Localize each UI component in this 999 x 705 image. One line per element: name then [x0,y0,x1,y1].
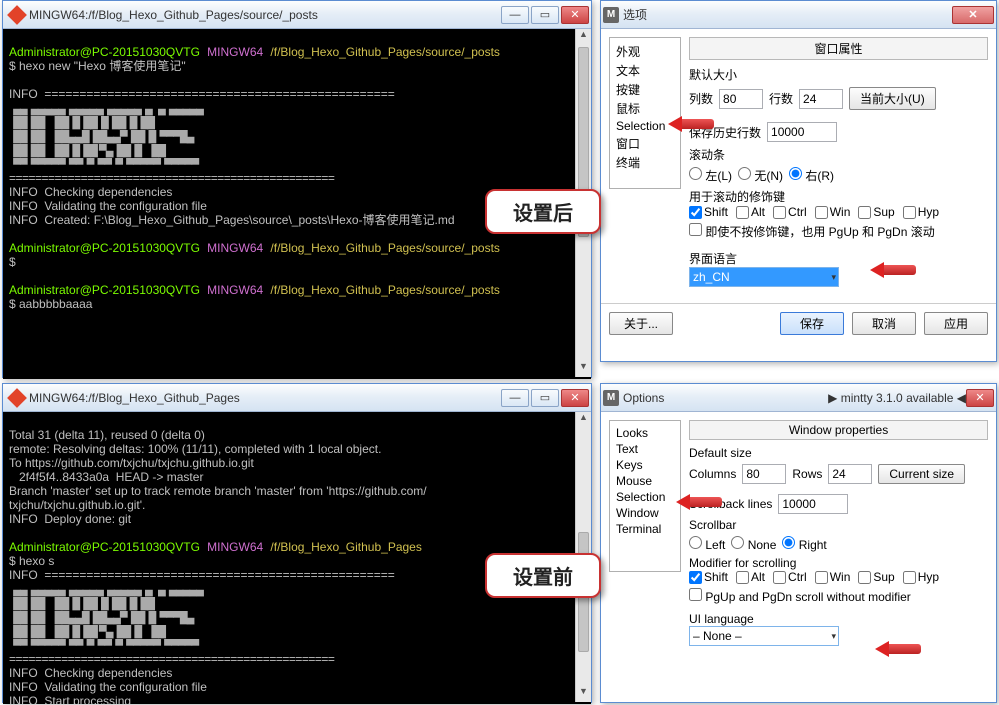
close-button[interactable]: ✕ [561,389,589,407]
arrow-icon [875,641,921,657]
arrow-icon [676,494,722,510]
dialog-title: Options [623,391,808,405]
arrow-icon [870,262,916,278]
chk-shift[interactable]: Shift [689,570,728,584]
chk-ctrl[interactable]: Ctrl [773,205,807,219]
ascii-logo: ▄▄ ▄▄▄▄▄ ▄▄▄▄▄ ▄▄▄▄▄ ▄ ▄ ▄▄▄▄▄ ██ ██ ██ … [9,584,203,652]
titlebar: MINGW64:/f/Blog_Hexo_Github_Pages/source… [3,1,591,29]
current-size-button[interactable]: 当前大小(U) [849,87,936,110]
ui-lang-label: UI language [689,612,988,626]
current-size-button[interactable]: Current size [878,464,965,484]
mintty-icon: M [603,7,619,23]
callout-after: 设置后 [485,189,601,234]
close-button[interactable]: ✕ [966,389,994,407]
radio-right[interactable]: 右(R) [789,167,834,184]
cols-input[interactable] [719,89,763,109]
cancel-button[interactable]: 取消 [852,312,916,335]
radio-left[interactable]: 左(L) [689,167,732,184]
default-size-label: 默认大小 [689,66,988,83]
scrollbar-label: Scrollbar [689,518,988,532]
chk-pgup[interactable]: 即使不按修饰键，也用 PgUp 和 PgDn 滚动 [689,223,935,240]
callout-before: 设置前 [485,553,601,598]
terminal-window-bottom: MINGW64:/f/Blog_Hexo_Github_Pages — ▭ ✕ … [2,383,592,703]
chk-hyp[interactable]: Hyp [903,570,939,584]
titlebar: MINGW64:/f/Blog_Hexo_Github_Pages — ▭ ✕ [3,384,591,412]
sidebar-item-terminal[interactable]: Terminal [612,521,678,537]
chk-shift[interactable]: Shift [689,205,728,219]
window-title: MINGW64:/f/Blog_Hexo_Github_Pages/source… [29,8,501,22]
chk-win[interactable]: Win [815,205,851,219]
rows-input[interactable] [799,89,843,109]
titlebar: M Options ▶ mintty 3.1.0 available ◀ ✕ [601,384,996,412]
ui-lang-label: 界面语言 [689,250,988,267]
cols-label: Columns [689,467,736,481]
sidebar-item-window[interactable]: Window [612,505,678,521]
ui-lang-select[interactable]: zh_CN▾ [689,267,839,287]
modifier-label: 用于滚动的修饰键 [689,188,988,205]
chk-hyp[interactable]: Hyp [903,205,939,219]
close-button[interactable]: ✕ [952,6,994,24]
chk-sup[interactable]: Sup [858,570,894,584]
rows-input[interactable] [828,464,872,484]
chk-ctrl[interactable]: Ctrl [773,570,807,584]
radio-right[interactable]: Right [782,536,826,552]
minimize-button[interactable]: — [501,6,529,24]
sidebar-item-selection[interactable]: Selection [612,489,678,505]
chevron-down-icon: ▾ [831,272,836,283]
options-dialog-cn: M 选项 ✕ 外观 文本 按键 鼠标 Selection 窗口 终端 窗口属性 … [600,0,997,362]
minimize-button[interactable]: — [501,389,529,407]
radio-none[interactable]: None [731,536,776,552]
titlebar: M 选项 ✕ [601,1,996,29]
git-icon [9,390,25,406]
chk-alt[interactable]: Alt [736,205,765,219]
group-window-props: 窗口属性 [689,37,988,60]
close-button[interactable]: ✕ [561,6,589,24]
save-button[interactable]: 保存 [780,312,844,335]
chk-alt[interactable]: Alt [736,570,765,584]
radio-left[interactable]: Left [689,536,725,552]
window-title: MINGW64:/f/Blog_Hexo_Github_Pages [29,391,501,405]
cols-label: 列数 [689,90,713,107]
sidebar-item-mouse[interactable]: Mouse [612,473,678,489]
modifier-label: Modifier for scrolling [689,556,988,570]
chk-win[interactable]: Win [815,570,851,584]
scrollbar-label: 滚动条 [689,146,988,163]
sidebar-item-keys[interactable]: 按键 [612,80,678,99]
cols-input[interactable] [742,464,786,484]
chevron-down-icon: ▾ [831,631,836,642]
chk-sup[interactable]: Sup [858,205,894,219]
rows-label: Rows [792,467,822,481]
ui-lang-select[interactable]: – None –▾ [689,626,839,646]
sidebar-item-text[interactable]: 文本 [612,61,678,80]
sidebar-item-looks[interactable]: Looks [612,425,678,441]
arrow-icon [668,116,714,132]
maximize-button[interactable]: ▭ [531,6,559,24]
radio-none[interactable]: 无(N) [738,167,783,184]
chk-pgup[interactable]: PgUp and PgDn scroll without modifier [689,588,911,604]
about-button[interactable]: 关于... [609,312,673,335]
apply-button[interactable]: 应用 [924,312,988,335]
scrollback-input[interactable] [778,494,848,514]
options-dialog-en: M Options ▶ mintty 3.1.0 available ◀ ✕ L… [600,383,997,703]
rows-label: 行数 [769,90,793,107]
scrollback-input[interactable] [767,122,837,142]
update-available[interactable]: ▶ mintty 3.1.0 available ◀ [828,391,966,405]
category-list: 外观 文本 按键 鼠标 Selection 窗口 终端 [609,37,681,189]
sidebar-item-keys[interactable]: Keys [612,457,678,473]
sidebar-item-window[interactable]: 窗口 [612,134,678,153]
sidebar-item-terminal[interactable]: 终端 [612,153,678,172]
mintty-icon: M [603,390,619,406]
git-icon [9,7,25,23]
default-size-label: Default size [689,446,988,460]
maximize-button[interactable]: ▭ [531,389,559,407]
dialog-title: 选项 [623,6,952,23]
ascii-logo: ▄▄ ▄▄▄▄▄ ▄▄▄▄▄ ▄▄▄▄▄ ▄ ▄ ▄▄▄▄▄ ██ ██ ██ … [9,103,203,171]
sidebar-item-looks[interactable]: 外观 [612,42,678,61]
category-list: Looks Text Keys Mouse Selection Window T… [609,420,681,572]
group-window-props: Window properties [689,420,988,440]
sidebar-item-text[interactable]: Text [612,441,678,457]
